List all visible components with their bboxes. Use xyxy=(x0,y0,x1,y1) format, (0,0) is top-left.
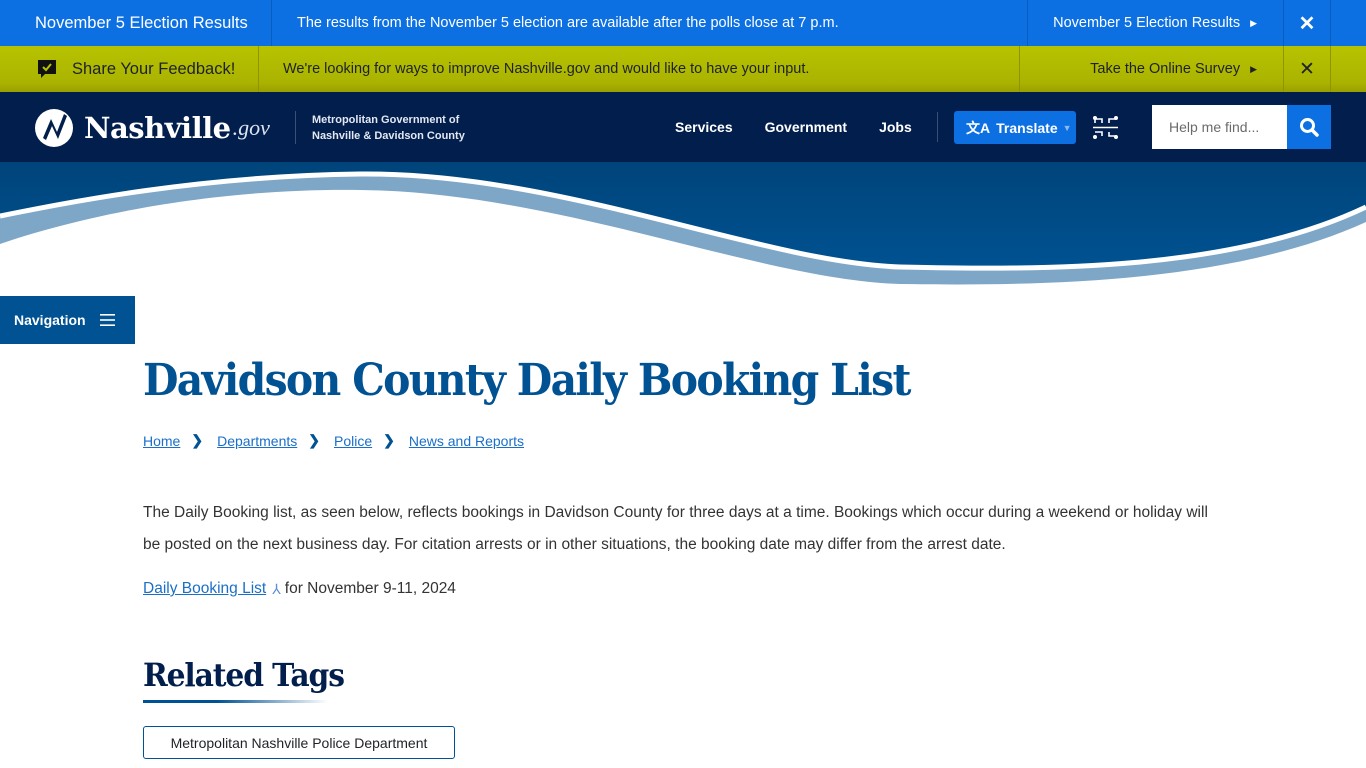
triangle-right-icon: ▶ xyxy=(1250,17,1257,28)
feedback-alert-close-button[interactable]: ✕ xyxy=(1284,46,1331,92)
nashville-gov-logo[interactable]: Nashville .gov xyxy=(34,108,270,148)
related-tags-heading: Related Tags xyxy=(143,656,345,694)
search-button[interactable] xyxy=(1287,105,1331,149)
breadcrumb-departments[interactable]: Departments xyxy=(217,433,297,449)
translate-label: Translate xyxy=(996,119,1058,136)
election-alert-title: November 5 Election Results xyxy=(0,0,272,46)
intro-paragraph: The Daily Booking list, as seen below, r… xyxy=(143,504,1208,553)
nav-services[interactable]: Services xyxy=(675,119,733,135)
election-results-link-label: November 5 Election Results xyxy=(1053,15,1241,31)
feedback-alert-title: Share Your Feedback! xyxy=(72,59,236,78)
caret-down-icon: ▼ xyxy=(1062,122,1072,133)
related-tags-underline xyxy=(143,700,328,703)
nav-divider xyxy=(937,112,938,142)
election-alert-message: The results from the November 5 election… xyxy=(297,15,839,31)
breadcrumb-news-and-reports[interactable]: News and Reports xyxy=(409,433,524,449)
breadcrumb: Home ❯ Departments ❯ Police ❯ News and R… xyxy=(143,432,524,449)
feedback-alert-title-wrap: Share Your Feedback! xyxy=(0,46,259,92)
site-search xyxy=(1152,105,1331,149)
breadcrumb-police[interactable]: Police xyxy=(334,433,372,449)
site-header: Nashville .gov Metropolitan Government o… xyxy=(0,92,1366,162)
nav-jobs[interactable]: Jobs xyxy=(879,119,912,135)
feedback-alert-message: We're looking for ways to improve Nashvi… xyxy=(283,61,810,77)
feedback-alert-bar: Share Your Feedback! We're looking for w… xyxy=(0,46,1366,92)
chevron-right-icon: ❯ xyxy=(383,432,395,448)
main-nav: Services Government Jobs xyxy=(675,92,912,162)
election-results-link[interactable]: November 5 Election Results ▶ xyxy=(1027,0,1284,46)
hamburger-menu-icon xyxy=(99,314,115,326)
hero-wave-banner xyxy=(0,162,1366,292)
accessibility-tools-icon[interactable] xyxy=(1092,114,1119,141)
online-survey-link[interactable]: Take the Online Survey ▶ xyxy=(1019,46,1284,92)
logo-gov-suffix: .gov xyxy=(232,115,270,140)
header-divider xyxy=(295,111,296,144)
chevron-right-icon: ❯ xyxy=(191,432,204,448)
daily-booking-list-link[interactable]: Daily Booking List xyxy=(143,580,266,598)
nav-government[interactable]: Government xyxy=(765,119,847,135)
breadcrumb-home[interactable]: Home xyxy=(143,433,180,449)
election-alert-close-button[interactable]: ✕ xyxy=(1284,0,1331,46)
translate-button[interactable]: 文A Translate ▼ xyxy=(954,111,1076,144)
search-icon xyxy=(1300,118,1319,137)
booking-list-date-range: for November 9-11, 2024 xyxy=(284,580,456,597)
organization-name: Metropolitan Government of Nashville & D… xyxy=(312,112,465,144)
triangle-right-icon: ▶ xyxy=(1250,63,1257,74)
online-survey-link-label: Take the Online Survey xyxy=(1090,61,1241,77)
chevron-right-icon: ❯ xyxy=(308,432,320,448)
chat-check-icon xyxy=(36,58,58,80)
organization-name-line1: Metropolitan Government of xyxy=(312,114,460,126)
nashville-logo-icon xyxy=(35,109,73,147)
translate-icon: 文A xyxy=(966,119,991,136)
election-alert-bar: November 5 Election Results The results … xyxy=(0,0,1366,46)
close-icon: ✕ xyxy=(1298,12,1316,35)
close-icon: ✕ xyxy=(1299,58,1315,80)
pdf-icon: ⅄ xyxy=(272,580,281,597)
booking-list-line: Daily Booking List ⅄ for November 9-11, … xyxy=(143,580,456,598)
navigation-toggle-label: Navigation xyxy=(14,312,86,328)
navigation-toggle-button[interactable]: Navigation xyxy=(0,296,135,344)
organization-name-line2: Nashville & Davidson County xyxy=(312,130,465,142)
tag-metropolitan-nashville-police-department[interactable]: Metropolitan Nashville Police Department xyxy=(143,726,455,759)
page-title: Davidson County Daily Booking List xyxy=(143,355,911,406)
search-input[interactable] xyxy=(1152,105,1287,149)
logo-wordmark: Nashville xyxy=(84,111,231,145)
